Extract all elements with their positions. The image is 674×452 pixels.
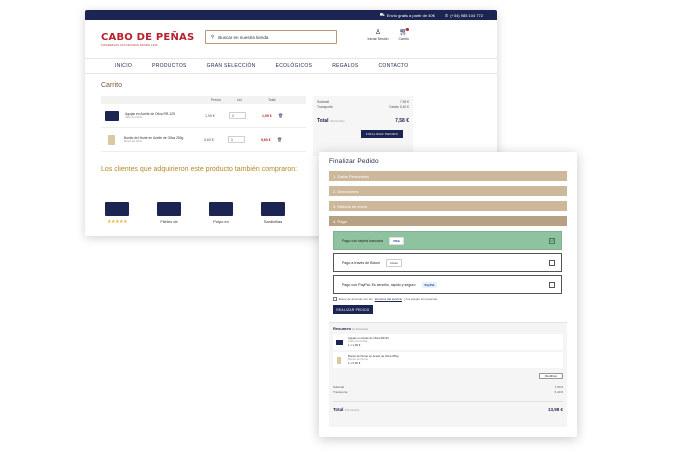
product-image [105,202,129,216]
recommended-product[interactable]: Pulpo en [205,202,237,225]
column-total: Total [268,98,276,102]
login-button[interactable]: ♙ Iniciar Sesión [367,29,388,41]
quantity-stepper[interactable]: 1 [228,136,245,143]
shipping-info: ⛟ Envío gratis a partir de 40€ [379,12,435,18]
checkbox[interactable] [549,282,555,288]
step-shipping-method[interactable]: 3. Método de envío [329,201,567,211]
top-bar: ⛟ Envío gratis a partir de 40€ ✆ (+34) 985… [85,10,497,20]
product-price: 5,60 € [204,137,214,142]
product-image[interactable] [105,110,119,121]
visa-mastercard-icon: VISA [388,236,404,245]
list-item: Agujas en Aceite de Oliva RR-90 Cabo de … [333,334,563,350]
terms-link[interactable]: términos del servicio [375,297,402,301]
row-total: 1,99 € [262,113,272,118]
payment-option-paypal[interactable]: Pago con PayPal. Es sencillo, rápido y s… [333,275,562,294]
nav-item-inicio[interactable]: INICIO [115,63,132,69]
bizum-icon: bizum [386,258,403,267]
payment-option-bizum[interactable]: Pago a través de Bizum bizum [333,253,562,272]
recommended-product[interactable]: Filetes de [153,202,185,225]
total-value: 7,58 € [395,118,409,124]
payment-option-card[interactable]: Pago con tarjeta bancaria VISA ☑ [333,231,562,250]
page-title: Carrito [101,82,123,89]
recommendations: ★★★★★ Filetes de Pulpo en Sardinillas [101,202,289,225]
nav-item-ecologicos[interactable]: ECOLÓGICOS [276,63,313,69]
order-summary: Resumen (2 artículos) Agujas en Aceite d… [329,322,567,427]
row-total: 5,60 € [261,137,271,142]
nav-item-productos[interactable]: PRODUCTOS [152,63,187,69]
quantity-stepper[interactable]: 1 [229,112,246,119]
main-nav: INICIO PRODUCTOS GRAN SELECCIÓN ECOLÓGIC… [85,58,497,74]
site-header: CABO DE PEÑAS CONSERVAS ASTURIANAS DESDE… [85,20,497,58]
logo[interactable]: CABO DE PEÑAS CONSERVAS ASTURIANAS DESDE… [101,32,194,47]
cart-table-header: Precio Ud. Total [101,96,306,104]
checkbox[interactable] [549,260,555,266]
product-price: 1,99 € [205,113,215,118]
cart-icon: 🛒︎ [399,28,410,36]
trash-icon[interactable]: 🗑︎ [278,113,283,118]
nav-item-regalos[interactable]: REGALOS [332,63,358,69]
user-icon: ♙ [374,29,382,36]
step-personal-data[interactable]: 1. Datos Personales [329,171,567,181]
column-qty: Ud. [237,98,243,102]
order-total: Total (IVA incluido) 13,98 € [333,401,563,412]
truck-icon: ⛟ [379,12,385,17]
product-image [337,356,341,364]
product-image [336,339,343,345]
step-payment[interactable]: 4. Pago [329,216,567,226]
product-image[interactable] [108,134,115,145]
step-addresses[interactable]: 2. Direcciones [329,186,567,196]
product-image [261,202,285,216]
search-input[interactable]: ⚲ Buscar en nuestra tienda [205,30,337,44]
checkout-window: Finalizar Pedido 1. Datos Personales 2. … [319,152,577,437]
nav-item-contacto[interactable]: CONTACTO [379,63,409,69]
table-row: Agujas en Aceite de Oliva RR-125 Cabo de… [101,104,306,128]
also-bought-title: Los clientes que adquirieron este produc… [101,166,298,173]
finalize-order-button[interactable]: FINALIZAR PEDIDO [361,130,403,138]
nav-item-gran-seleccion[interactable]: GRAN SELECCIÓN [207,63,256,69]
product-image [157,202,181,216]
recommended-product[interactable]: Sardinillas [257,202,289,225]
column-price: Precio [211,98,221,102]
phone-icon: ✆ [444,12,449,18]
cart-summary: Subtotal 7,59 € Transporte Desde 5,40 € To… [313,96,413,156]
shipping-value: 6,40 € [554,389,563,394]
rating-stars: ★★★★★ [107,219,127,225]
recommended-product[interactable]: ★★★★★ [101,202,133,225]
checkbox-checked[interactable]: ☑ [549,238,555,244]
paypal-icon: PayPal [421,281,438,288]
trash-icon[interactable]: 🗑︎ [277,137,282,142]
checkout-title: Finalizar Pedido [329,158,379,165]
product-image [209,202,233,216]
cart-table: Precio Ud. Total Agujas en Aceite de Oli… [101,96,306,152]
table-row: Bonito del Norte en Aceite de Oliva 250g… [101,128,306,152]
terms-agreement: Estoy de acuerdo con los términos del se… [333,297,567,301]
total-value: 13,98 € [547,407,563,412]
search-icon: ⚲ [211,34,215,39]
phone-info[interactable]: ✆ (+34) 985 104 772 [445,13,483,18]
shipping-value: Desde 5,40 € [389,105,409,109]
cart-button[interactable]: 🛒︎ Carrito [398,28,410,41]
modify-cart-button[interactable]: Modificar [539,373,563,379]
place-order-button[interactable]: REALIZAR PEDIDO [333,305,373,314]
list-item: Bonito del Norte en Aceite de Oliva 250g… [333,352,563,368]
terms-checkbox[interactable] [333,297,337,301]
